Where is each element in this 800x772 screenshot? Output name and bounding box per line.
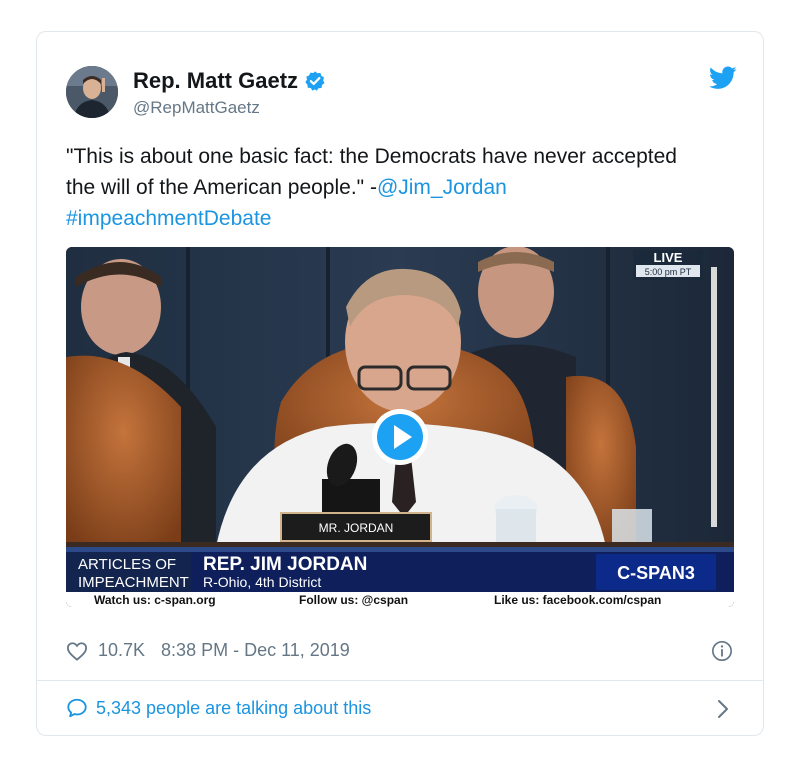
like-count[interactable]: 10.7K xyxy=(98,640,145,661)
conversation-count-text: 5,343 people are talking about this xyxy=(96,697,372,718)
live-time: 5:00 pm PT xyxy=(645,267,692,277)
tweet-timestamp[interactable]: 8:38 PM - Dec 11, 2019 xyxy=(161,640,350,661)
network-logo: C-SPAN3 xyxy=(617,563,695,583)
hashtag-link[interactable]: #impeachmentDebate xyxy=(66,207,271,230)
live-label: LIVE xyxy=(654,250,683,265)
chyron-district: R-Ohio, 4th District xyxy=(203,574,321,590)
tweet-meta: 10.7K 8:38 PM - Dec 11, 2019 xyxy=(66,640,350,661)
author-avatar[interactable] xyxy=(66,66,118,118)
twitter-bird-icon[interactable] xyxy=(709,66,737,90)
tweet-text: "This is about one basic fact: the Democ… xyxy=(66,141,706,234)
chyron-topic-line2: IMPEACHMENT xyxy=(78,574,189,591)
chyron-topic-line1: ARTICLES OF xyxy=(78,556,176,573)
footer-like: Like us: facebook.com/cspan xyxy=(494,593,661,607)
author-name[interactable]: Rep. Matt Gaetz xyxy=(133,68,326,94)
footer-follow: Follow us: @cspan xyxy=(299,593,408,607)
avatar-image xyxy=(66,66,118,118)
info-icon[interactable] xyxy=(711,640,733,662)
tweet-body: "This is about one basic fact: the Democ… xyxy=(66,145,677,199)
heart-icon[interactable] xyxy=(66,641,88,661)
footer-watch: Watch us: c-span.org xyxy=(94,593,216,607)
verified-badge-icon xyxy=(305,71,325,91)
video-player[interactable]: MR. JORDAN ARTICLES OF IMPEACHMENT REP. … xyxy=(66,247,734,607)
chevron-right-icon[interactable] xyxy=(717,699,729,719)
conversation-link[interactable]: 5,343 people are talking about this xyxy=(66,697,371,719)
mention-link[interactable]: @Jim_Jordan xyxy=(377,176,507,199)
comment-bubble-icon xyxy=(67,698,87,718)
chyron-name: REP. JIM JORDAN xyxy=(203,554,367,575)
tweet-card[interactable]: Rep. Matt Gaetz @RepMattGaetz "This is a… xyxy=(36,31,764,736)
play-icon[interactable] xyxy=(370,407,430,467)
author-name-text: Rep. Matt Gaetz xyxy=(133,68,299,93)
author-handle[interactable]: @RepMattGaetz xyxy=(133,98,260,118)
divider xyxy=(37,680,763,681)
nameplate-text: MR. JORDAN xyxy=(319,521,394,535)
